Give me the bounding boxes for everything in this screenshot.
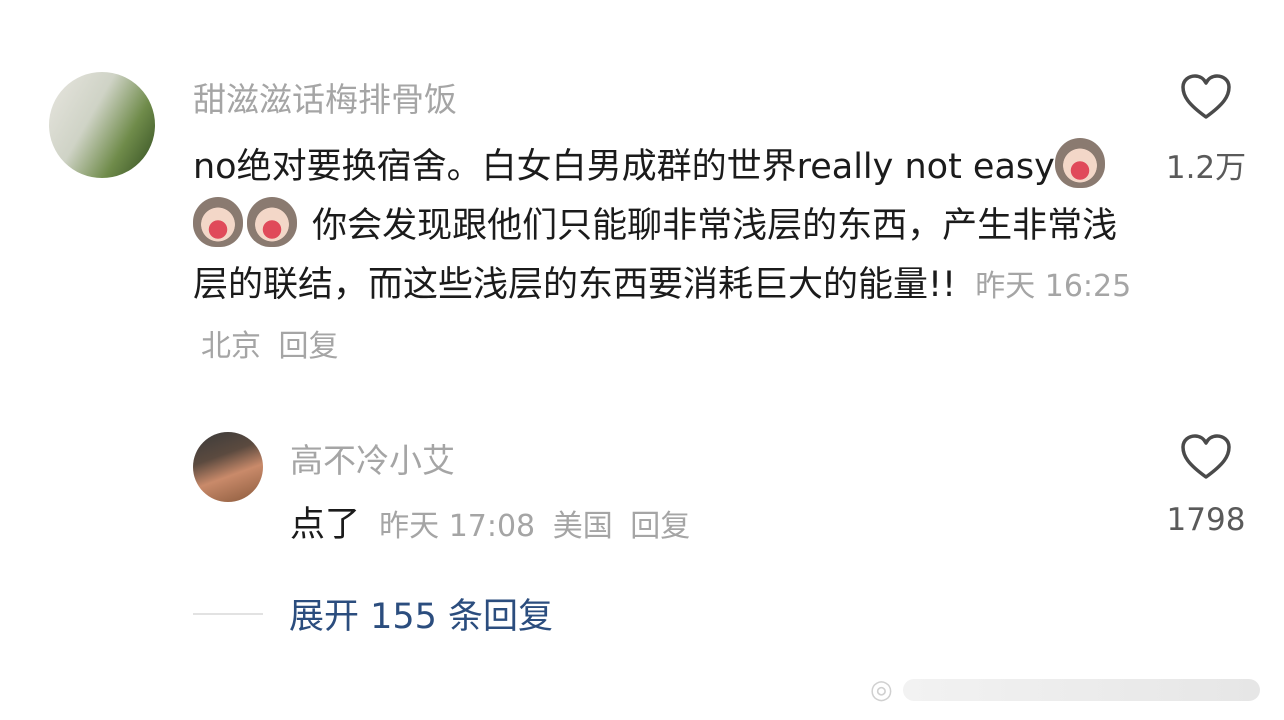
expand-replies-button[interactable]: 展开 155 条回复 bbox=[289, 588, 553, 639]
reply-button[interactable]: 回复 bbox=[630, 509, 690, 544]
reply-time: 昨天 17:08 bbox=[379, 509, 536, 544]
watermark-icon: ◎ bbox=[870, 675, 893, 705]
comment-text-part1: no绝对要换宿舍。白女白男成群的世界really not easy bbox=[193, 147, 1055, 187]
crying-cat-emoji-icon bbox=[247, 197, 297, 247]
watermark-bar bbox=[902, 679, 1260, 701]
expand-replies[interactable]: 展开 155 条回复 bbox=[193, 588, 553, 639]
reply-text-line: 点了 昨天 17:08 美国 回复 bbox=[290, 500, 690, 552]
heart-icon[interactable] bbox=[1156, 74, 1256, 120]
comment-username[interactable]: 甜滋滋话梅排骨饭 bbox=[193, 80, 457, 120]
avatar[interactable] bbox=[49, 72, 155, 178]
reply-location: 美国 bbox=[552, 509, 613, 544]
comment-time: 昨天 16:25 bbox=[975, 269, 1132, 304]
reply-text: 点了 bbox=[290, 505, 361, 545]
crying-cat-emoji-icon bbox=[193, 197, 243, 247]
heart-icon[interactable] bbox=[1156, 434, 1256, 480]
comment-text: no绝对要换宿舍。白女白男成群的世界really not easy 你会发现跟他… bbox=[193, 138, 1133, 376]
like-button[interactable]: 1798 bbox=[1156, 434, 1256, 538]
reply-username[interactable]: 高不冷小艾 bbox=[290, 441, 455, 481]
watermark: ◎ bbox=[870, 666, 1270, 714]
reply-meta: 昨天 17:08 美国 回复 bbox=[371, 509, 690, 544]
comment-location: 北京 bbox=[201, 329, 261, 364]
avatar[interactable] bbox=[193, 432, 263, 502]
reply-button[interactable]: 回复 bbox=[279, 329, 339, 364]
like-count: 1.2万 bbox=[1165, 150, 1247, 186]
like-button[interactable]: 1.2万 bbox=[1156, 74, 1256, 187]
like-count: 1798 bbox=[1166, 502, 1246, 538]
crying-cat-emoji-icon bbox=[1054, 138, 1105, 188]
divider bbox=[193, 612, 263, 615]
comment-thread: 甜滋滋话梅排骨饭 no绝对要换宿舍。白女白男成群的世界really not ea… bbox=[0, 0, 1284, 720]
